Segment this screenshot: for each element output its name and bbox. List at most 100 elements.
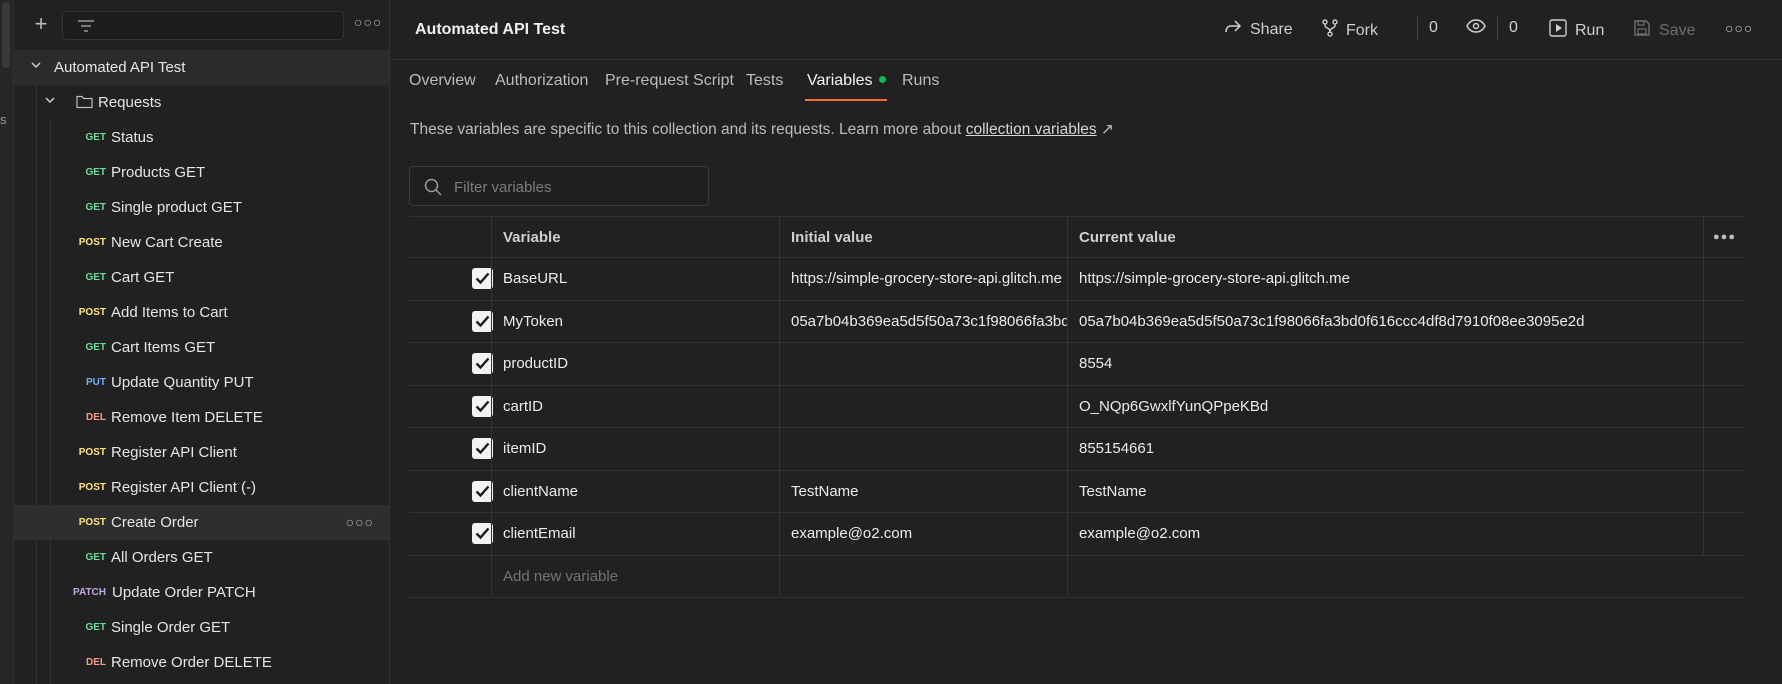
method-badge: PUT xyxy=(86,377,106,388)
external-link-icon: ↗ xyxy=(1101,121,1114,138)
variable-key[interactable]: productID xyxy=(491,343,779,385)
column-header-current: Current value xyxy=(1067,217,1703,257)
variable-key[interactable]: itemID xyxy=(491,428,779,470)
variable-key[interactable]: cartID xyxy=(491,385,779,427)
tab-variables[interactable]: Variables xyxy=(807,72,886,90)
initial-value[interactable]: TestName xyxy=(779,470,1067,512)
tab-runs[interactable]: Runs xyxy=(902,72,939,90)
sidebar-request-item[interactable]: GET Status xyxy=(14,120,389,155)
main-panel: Automated API Test Share Fork 0 0 Run Sa… xyxy=(391,0,1782,684)
sidebar-request-item[interactable]: DEL Remove Item DELETE xyxy=(14,400,389,435)
share-button[interactable]: Share xyxy=(1224,19,1293,40)
sidebar-request-item[interactable]: GET Products GET xyxy=(14,155,389,190)
variable-key[interactable]: clientName xyxy=(491,470,779,512)
watch-count: 0 xyxy=(1509,19,1518,36)
save-button[interactable]: Save xyxy=(1633,19,1695,42)
method-badge: GET xyxy=(85,552,106,563)
initial-value[interactable] xyxy=(779,428,1067,470)
sidebar-request-item[interactable]: GET Cart GET xyxy=(14,260,389,295)
watch-button[interactable] xyxy=(1466,19,1486,38)
sidebar-request-item[interactable]: POST Register API Client (-) xyxy=(14,470,389,505)
fork-button[interactable]: Fork xyxy=(1322,19,1378,42)
sidebar-request-item[interactable]: POST Register API Client xyxy=(14,435,389,470)
description-text: These variables are specific to this col… xyxy=(410,121,966,138)
variable-key[interactable]: MyToken xyxy=(491,300,779,342)
save-label: Save xyxy=(1659,21,1696,39)
table-row: clientEmail example@o2.com example@o2.com xyxy=(409,513,1745,556)
more-options-icon[interactable]: ○○○ xyxy=(1725,20,1753,36)
current-value[interactable]: https://simple-grocery-store-api.glitch.… xyxy=(1067,258,1703,300)
request-name: Remove Item DELETE xyxy=(111,409,263,426)
tab-label: Pre-request Script xyxy=(605,72,734,89)
filter-variables-input[interactable] xyxy=(454,176,694,198)
collection-variables-link[interactable]: collection variables xyxy=(966,121,1097,138)
row-checkbox[interactable] xyxy=(472,310,493,332)
tab-overview[interactable]: Overview xyxy=(409,72,476,90)
tab-tests[interactable]: Tests xyxy=(746,72,783,90)
request-name: Add Items to Cart xyxy=(111,304,228,321)
initial-value[interactable] xyxy=(779,343,1067,385)
table-row: MyToken 05a7b04b369ea5d5f50a73c1f98066fa3… xyxy=(409,300,1745,343)
sidebar-request-item[interactable]: GET Single Order GET xyxy=(14,610,389,645)
current-value[interactable]: 05a7b04b369ea5d5f50a73c1f98066fa3bd0f616… xyxy=(1067,300,1703,342)
new-variable-row: Add new variable xyxy=(409,555,1745,598)
row-checkbox[interactable] xyxy=(472,438,493,459)
variable-key[interactable]: BaseURL xyxy=(491,258,779,300)
add-icon[interactable]: + xyxy=(28,12,54,38)
sidebar-filter[interactable] xyxy=(62,11,344,40)
table-row: BaseURL https://simple-grocery-store-api.… xyxy=(409,258,1745,301)
sidebar-request-item[interactable]: GET All Orders GET xyxy=(14,540,389,575)
request-name: Create Order xyxy=(111,514,199,531)
initial-value[interactable]: example@o2.com xyxy=(779,513,1067,555)
run-icon xyxy=(1549,19,1567,42)
rail-scroll-thumb[interactable] xyxy=(2,2,10,68)
row-checkbox[interactable] xyxy=(472,523,493,544)
chevron-down-icon[interactable] xyxy=(30,50,42,85)
tab-authorization[interactable]: Authorization xyxy=(495,72,588,90)
add-new-variable[interactable]: Add new variable xyxy=(491,555,779,597)
sidebar-request-item[interactable]: PATCH Update Order PATCH xyxy=(14,575,389,610)
current-value[interactable]: TestName xyxy=(1067,470,1703,512)
current-value[interactable]: 855154661 xyxy=(1067,428,1703,470)
run-label: Run xyxy=(1575,21,1605,39)
request-more-icon[interactable]: ○○○ xyxy=(346,505,374,540)
table-row: clientName TestName TestName xyxy=(409,470,1745,513)
sidebar-request-item[interactable]: PUT Update Quantity PUT xyxy=(14,365,389,400)
row-checkbox[interactable] xyxy=(472,353,493,374)
current-value[interactable]: O_NQp6GwxlfYunQPpeKBd xyxy=(1067,385,1703,427)
variable-key[interactable]: clientEmail xyxy=(491,513,779,555)
sidebar-request-item[interactable]: GET Single product GET xyxy=(14,190,389,225)
tab-pre-request-script[interactable]: Pre-request Script xyxy=(605,72,734,90)
request-name: Status xyxy=(111,129,154,146)
sidebar-more-icon[interactable]: ○○○ xyxy=(354,14,382,30)
rail-fragment: s xyxy=(0,112,7,127)
initial-value[interactable] xyxy=(779,385,1067,427)
folder-name: Requests xyxy=(98,94,162,111)
page-title: Automated API Test xyxy=(415,21,566,38)
sidebar-request-item[interactable]: DEL Remove Order DELETE xyxy=(14,645,389,680)
fork-label: Fork xyxy=(1346,21,1378,39)
run-button[interactable]: Run xyxy=(1549,19,1604,42)
collection-item[interactable]: Automated API Test xyxy=(14,50,389,85)
method-badge: POST xyxy=(78,307,106,318)
current-value[interactable]: 8554 xyxy=(1067,343,1703,385)
sidebar-request-item[interactable]: POST New Cart Create xyxy=(14,225,389,260)
method-badge: POST xyxy=(78,237,106,248)
initial-value[interactable]: 05a7b04b369ea5d5f50a73c1f98066fa3bd0f616… xyxy=(779,300,1067,342)
chevron-down-icon[interactable] xyxy=(44,85,56,120)
row-checkbox[interactable] xyxy=(472,480,493,502)
table-more-icon[interactable]: ●●● xyxy=(1703,217,1745,257)
row-checkbox[interactable] xyxy=(472,268,493,289)
new-initial-value[interactable] xyxy=(779,555,1067,597)
sidebar-request-item[interactable]: GET Cart Items GET xyxy=(14,330,389,365)
folder-item[interactable]: Requests xyxy=(14,85,389,120)
initial-value[interactable]: https://simple-grocery-store-api.glitch.… xyxy=(779,258,1067,300)
current-value[interactable]: example@o2.com xyxy=(1067,513,1703,555)
method-badge: GET xyxy=(85,132,106,143)
sidebar-request-item[interactable]: POST Create Order ○○○ xyxy=(14,505,389,540)
new-current-value[interactable] xyxy=(1067,555,1703,597)
row-checkbox[interactable] xyxy=(472,395,493,417)
sidebar-request-item[interactable]: POST Add Items to Cart xyxy=(14,295,389,330)
request-name: Products GET xyxy=(111,164,206,181)
table-row: productID 8554 xyxy=(409,343,1745,386)
